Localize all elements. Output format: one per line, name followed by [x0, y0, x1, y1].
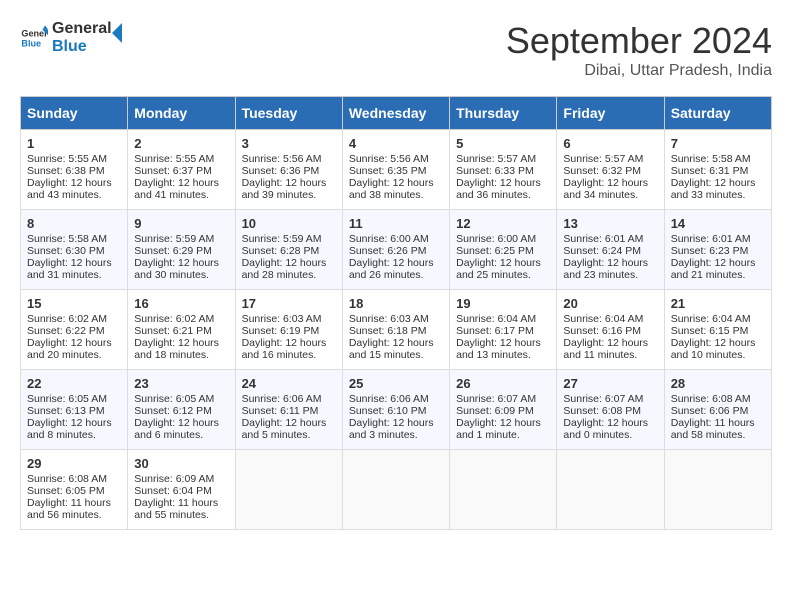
- table-row: 29 Sunrise: 6:08 AM Sunset: 6:05 PM Dayl…: [21, 450, 128, 530]
- table-row: 18 Sunrise: 6:03 AM Sunset: 6:18 PM Dayl…: [342, 290, 449, 370]
- week-row-2: 8 Sunrise: 5:58 AM Sunset: 6:30 PM Dayli…: [21, 210, 772, 290]
- table-row: 17 Sunrise: 6:03 AM Sunset: 6:19 PM Dayl…: [235, 290, 342, 370]
- month-title: September 2024: [506, 20, 772, 62]
- svg-text:Blue: Blue: [21, 38, 41, 48]
- logo-general: General: [52, 20, 112, 38]
- week-row-1: 1 Sunrise: 5:55 AM Sunset: 6:38 PM Dayli…: [21, 130, 772, 210]
- col-monday: Monday: [128, 97, 235, 130]
- table-row: 13 Sunrise: 6:01 AM Sunset: 6:24 PM Dayl…: [557, 210, 664, 290]
- table-row: 11 Sunrise: 6:00 AM Sunset: 6:26 PM Dayl…: [342, 210, 449, 290]
- table-row: 20 Sunrise: 6:04 AM Sunset: 6:16 PM Dayl…: [557, 290, 664, 370]
- table-row: 19 Sunrise: 6:04 AM Sunset: 6:17 PM Dayl…: [450, 290, 557, 370]
- col-wednesday: Wednesday: [342, 97, 449, 130]
- logo-arrow-icon: [112, 23, 132, 43]
- table-row: 24 Sunrise: 6:06 AM Sunset: 6:11 PM Dayl…: [235, 370, 342, 450]
- table-row: 14 Sunrise: 6:01 AM Sunset: 6:23 PM Dayl…: [664, 210, 771, 290]
- calendar-table: Sunday Monday Tuesday Wednesday Thursday…: [20, 96, 772, 530]
- col-friday: Friday: [557, 97, 664, 130]
- logo-blue: Blue: [52, 38, 112, 56]
- table-row: 28 Sunrise: 6:08 AM Sunset: 6:06 PM Dayl…: [664, 370, 771, 450]
- table-row: 7 Sunrise: 5:58 AM Sunset: 6:31 PM Dayli…: [664, 130, 771, 210]
- location: Dibai, Uttar Pradesh, India: [506, 62, 772, 80]
- table-row: 25 Sunrise: 6:06 AM Sunset: 6:10 PM Dayl…: [342, 370, 449, 450]
- table-row: 22 Sunrise: 6:05 AM Sunset: 6:13 PM Dayl…: [21, 370, 128, 450]
- table-row: 5 Sunrise: 5:57 AM Sunset: 6:33 PM Dayli…: [450, 130, 557, 210]
- table-row: 9 Sunrise: 5:59 AM Sunset: 6:29 PM Dayli…: [128, 210, 235, 290]
- table-row: 30 Sunrise: 6:09 AM Sunset: 6:04 PM Dayl…: [128, 450, 235, 530]
- table-row: 12 Sunrise: 6:00 AM Sunset: 6:25 PM Dayl…: [450, 210, 557, 290]
- table-row: 6 Sunrise: 5:57 AM Sunset: 6:32 PM Dayli…: [557, 130, 664, 210]
- table-row: 27 Sunrise: 6:07 AM Sunset: 6:08 PM Dayl…: [557, 370, 664, 450]
- logo-icon: General Blue: [20, 24, 48, 52]
- table-row: 23 Sunrise: 6:05 AM Sunset: 6:12 PM Dayl…: [128, 370, 235, 450]
- col-saturday: Saturday: [664, 97, 771, 130]
- calendar-header-row: Sunday Monday Tuesday Wednesday Thursday…: [21, 97, 772, 130]
- col-tuesday: Tuesday: [235, 97, 342, 130]
- table-row: 2 Sunrise: 5:55 AM Sunset: 6:37 PM Dayli…: [128, 130, 235, 210]
- logo: General Blue General Blue: [20, 20, 132, 55]
- table-row: 16 Sunrise: 6:02 AM Sunset: 6:21 PM Dayl…: [128, 290, 235, 370]
- table-row: 4 Sunrise: 5:56 AM Sunset: 6:35 PM Dayli…: [342, 130, 449, 210]
- col-sunday: Sunday: [21, 97, 128, 130]
- table-cell-empty: [235, 450, 342, 530]
- week-row-4: 22 Sunrise: 6:05 AM Sunset: 6:13 PM Dayl…: [21, 370, 772, 450]
- week-row-3: 15 Sunrise: 6:02 AM Sunset: 6:22 PM Dayl…: [21, 290, 772, 370]
- title-section: September 2024 Dibai, Uttar Pradesh, Ind…: [506, 20, 772, 80]
- table-row: 3 Sunrise: 5:56 AM Sunset: 6:36 PM Dayli…: [235, 130, 342, 210]
- table-cell-empty: [342, 450, 449, 530]
- table-cell-empty: [450, 450, 557, 530]
- table-row: 26 Sunrise: 6:07 AM Sunset: 6:09 PM Dayl…: [450, 370, 557, 450]
- table-row: 15 Sunrise: 6:02 AM Sunset: 6:22 PM Dayl…: [21, 290, 128, 370]
- page-header: General Blue General Blue September 2024…: [20, 20, 772, 80]
- col-thursday: Thursday: [450, 97, 557, 130]
- table-cell-empty: [557, 450, 664, 530]
- table-row: 8 Sunrise: 5:58 AM Sunset: 6:30 PM Dayli…: [21, 210, 128, 290]
- table-row: 21 Sunrise: 6:04 AM Sunset: 6:15 PM Dayl…: [664, 290, 771, 370]
- week-row-5: 29 Sunrise: 6:08 AM Sunset: 6:05 PM Dayl…: [21, 450, 772, 530]
- table-row: 1 Sunrise: 5:55 AM Sunset: 6:38 PM Dayli…: [21, 130, 128, 210]
- table-row: 10 Sunrise: 5:59 AM Sunset: 6:28 PM Dayl…: [235, 210, 342, 290]
- table-cell-empty: [664, 450, 771, 530]
